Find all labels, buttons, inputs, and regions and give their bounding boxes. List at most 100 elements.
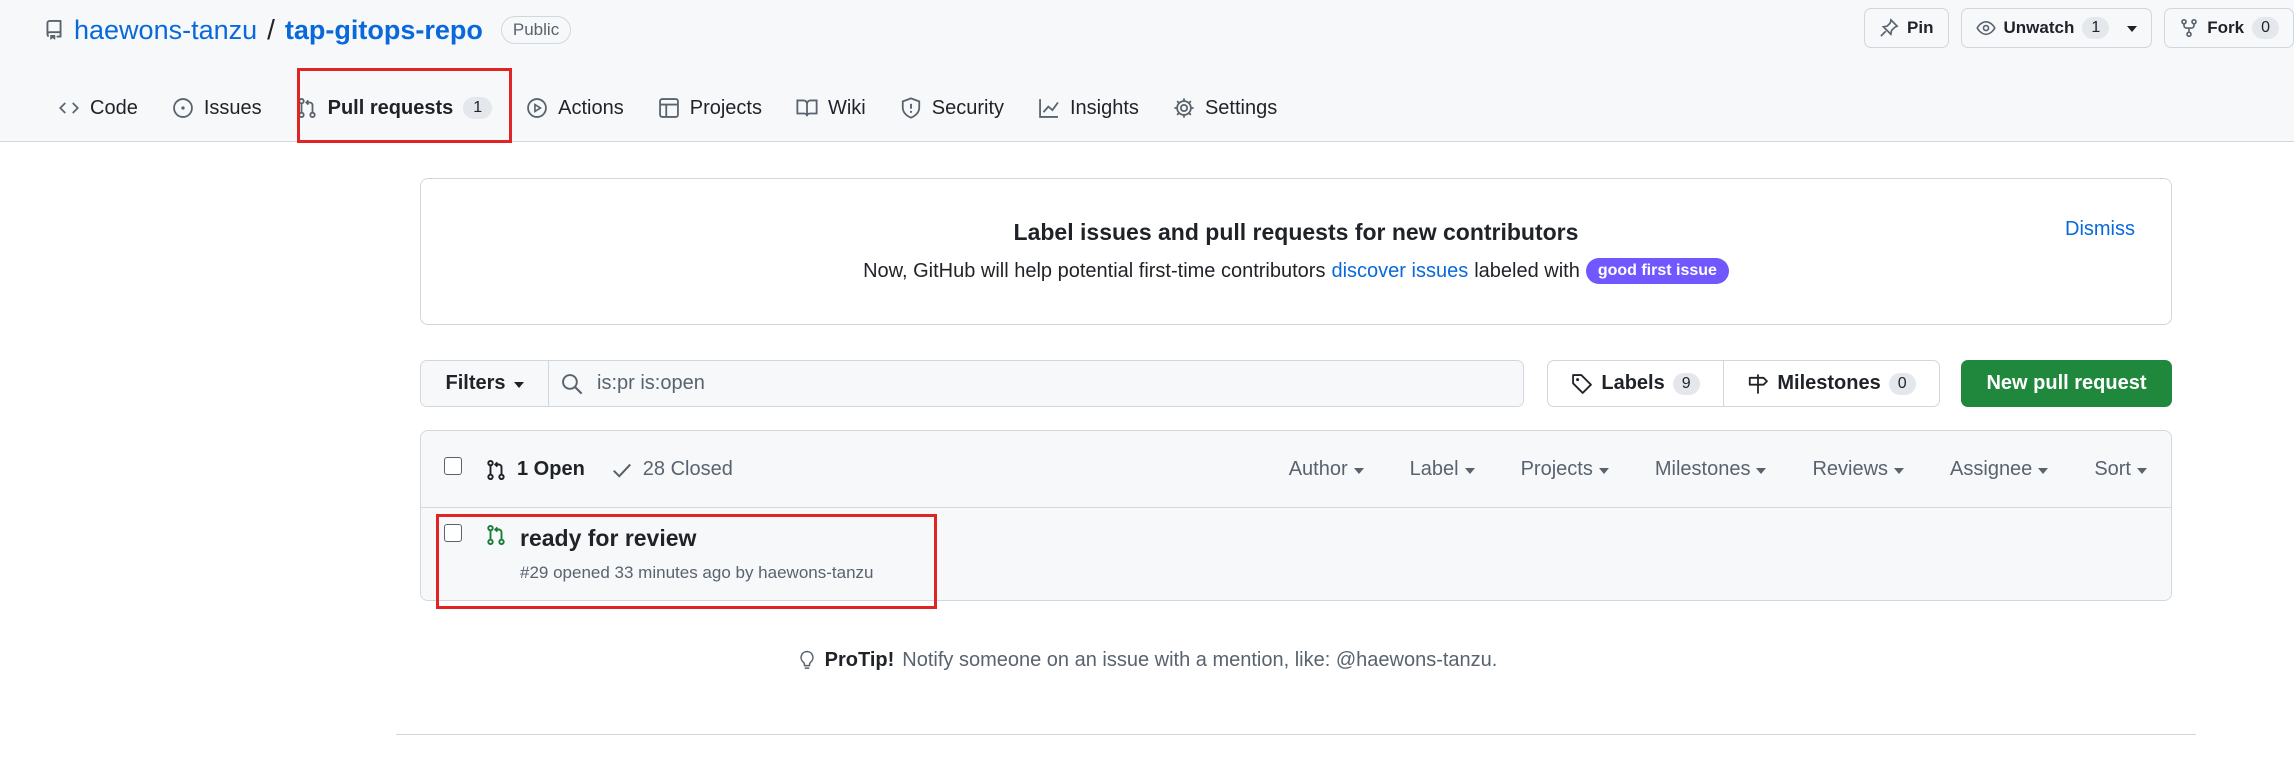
discover-issues-link[interactable]: discover issues [1331,260,1468,283]
repo-header: haewons-tanzu / tap-gitops-repo Public P… [0,0,2294,142]
dismiss-button[interactable]: Dismiss [2065,218,2135,241]
unwatch-label: Unwatch [2003,18,2075,37]
reviews-filter[interactable]: Reviews [1812,458,1905,481]
label-filter[interactable]: Label [1410,458,1475,481]
labels-milestones-group: Labels 9 Milestones 0 [1547,360,1940,407]
pin-button[interactable]: Pin [1864,8,1949,48]
author-filter-label: Author [1288,458,1348,480]
banner-text-before: Now, GitHub will help potential first-ti… [863,259,1326,282]
repo-name-link[interactable]: tap-gitops-repo [285,15,483,46]
tab-actions-label: Actions [558,96,624,119]
label-filter-label: Label [1409,458,1459,480]
chevron-down-icon[interactable] [2127,26,2138,32]
protip-label: ProTip! [824,648,895,671]
pull-request-icon [485,459,507,481]
book-icon [796,97,818,119]
chevron-down-icon [1756,467,1767,474]
pull-request-icon [296,97,318,119]
list-item: ready for review #29 opened 33 minutes a… [421,508,2171,600]
check-icon [611,459,633,481]
repo-nav-tabs: Code Issues Pull requests 1 Actions Proj… [44,80,1297,136]
reviews-filter-label: Reviews [1812,458,1889,480]
tab-settings-label: Settings [1204,96,1278,119]
tab-code[interactable]: Code [44,80,152,136]
tab-security[interactable]: Security [886,80,1018,136]
protip: ProTip! Notify someone on an issue with … [0,648,2294,672]
pr-meta: #29 opened 33 minutes ago by haewons-tan… [520,563,874,582]
chevron-down-icon [1894,467,1905,474]
tab-projects-label: Projects [689,96,762,119]
good-first-issue-label[interactable]: good first issue [1585,258,1729,284]
tab-wiki-label: Wiki [827,96,866,119]
graph-icon [1038,97,1060,119]
chevron-down-icon [1353,467,1364,474]
unwatch-button[interactable]: Unwatch 1 [1960,8,2153,48]
tab-projects[interactable]: Projects [644,80,776,136]
pin-icon [1879,18,1899,38]
pull-requests-count: 1 [463,97,493,119]
tab-pull-requests[interactable]: Pull requests 1 [282,80,507,136]
milestone-icon [1747,373,1769,395]
labels-count: 9 [1672,372,1700,395]
play-icon [526,97,548,119]
repo-title: haewons-tanzu / tap-gitops-repo Public [44,10,572,50]
new-contributors-banner: Label issues and pull requests for new c… [420,178,2172,325]
chevron-down-icon [2137,467,2147,474]
chevron-down-icon [513,381,524,388]
pr-select-checkbox[interactable] [444,524,462,542]
banner-title: Label issues and pull requests for new c… [1013,219,1579,245]
repo-owner-link[interactable]: haewons-tanzu [74,15,257,46]
repo-icon [44,19,64,41]
state-toggle: 1 Open 28 Closed [485,431,733,508]
milestones-filter[interactable]: Milestones [1655,458,1767,481]
milestones-count: 0 [1888,372,1916,395]
issue-icon [172,97,194,119]
tab-insights[interactable]: Insights [1024,80,1153,136]
milestones-label: Milestones [1777,372,1881,394]
chevron-down-icon [2038,467,2049,474]
light-bulb-icon [797,648,817,672]
milestones-button[interactable]: Milestones 0 [1724,361,1939,406]
fork-count: 0 [2252,17,2279,39]
table-icon [658,97,680,119]
new-pull-request-button[interactable]: New pull request [1961,360,2172,407]
pin-label: Pin [1907,18,1934,37]
pr-title-link[interactable]: ready for review [520,525,696,552]
pull-request-list: 1 Open 28 Closed Author Label Projects M… [420,430,2172,601]
protip-text: Notify someone on an issue with a mentio… [902,648,1498,671]
projects-filter-label: Projects [1520,458,1593,480]
fork-button[interactable]: Fork 0 [2164,8,2294,48]
author-filter[interactable]: Author [1289,458,1364,481]
filters-dropdown-button[interactable]: Filters [421,361,549,406]
chevron-down-icon [1464,467,1475,474]
gear-icon [1173,97,1195,119]
open-count-label: 1 Open [517,458,585,480]
sort-dropdown-label: Sort [2094,458,2131,480]
repo-actions: Pin Unwatch 1 Fork 0 [1864,8,2294,48]
tab-issues[interactable]: Issues [158,80,276,136]
tab-wiki[interactable]: Wiki [782,80,880,136]
tag-icon [1571,373,1593,395]
footer-divider [396,734,2196,735]
milestones-filter-label: Milestones [1654,458,1751,480]
fork-label: Fork [2207,18,2245,37]
tab-security-label: Security [931,96,1004,119]
filter-search-group: Filters [420,360,1524,407]
code-icon [58,98,80,118]
assignee-filter[interactable]: Assignee [1950,458,2049,481]
filters-label: Filters [445,372,506,394]
sort-dropdown[interactable]: Sort [2094,458,2147,481]
watch-count: 1 [2082,17,2110,39]
open-pull-request-icon [485,524,507,546]
tab-settings[interactable]: Settings [1159,80,1291,136]
tab-code-label: Code [90,96,138,119]
search-input[interactable] [597,372,1197,395]
search-box[interactable] [549,361,1523,406]
labels-button[interactable]: Labels 9 [1548,361,1724,406]
projects-filter[interactable]: Projects [1521,458,1609,481]
search-icon [561,373,583,395]
open-filter[interactable]: 1 Open [485,458,585,481]
tab-actions[interactable]: Actions [512,80,638,136]
select-all-checkbox[interactable] [444,457,462,475]
closed-filter[interactable]: 28 Closed [611,458,733,481]
